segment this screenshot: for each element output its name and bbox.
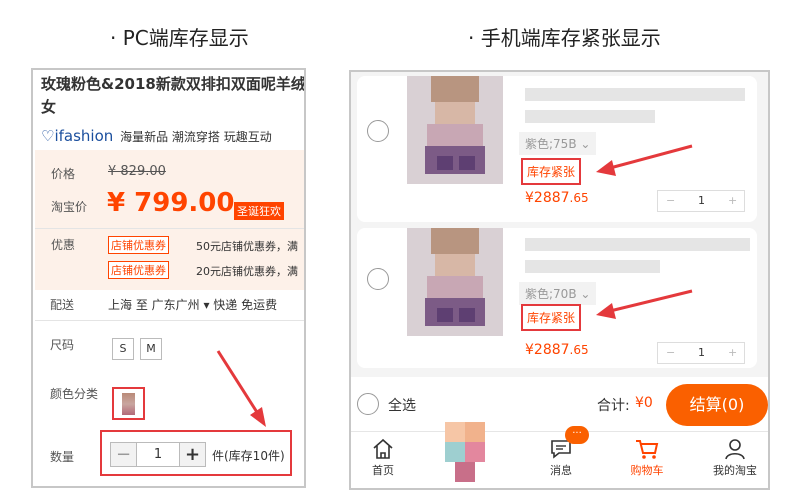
- tab-cart[interactable]: 购物车: [617, 438, 677, 478]
- mobile-section-heading: · 手机端库存紧张显示: [468, 26, 661, 50]
- size-option-m[interactable]: M: [140, 338, 162, 360]
- annotation-arrow: [596, 289, 693, 319]
- plus-button[interactable]: +: [728, 194, 737, 207]
- minus-button[interactable]: −: [666, 194, 675, 207]
- brand-bar[interactable]: ♡ifashion 海量新品 潮流穿搭 玩趣互动: [41, 127, 272, 145]
- select-all-radio[interactable]: [357, 393, 379, 415]
- user-icon: [725, 439, 745, 460]
- item-price: ¥2887.65: [525, 190, 589, 206]
- checkout-bar: 全选 合计: ¥0 结算(0): [351, 377, 768, 431]
- tab-messages[interactable]: 消息: [531, 438, 591, 478]
- low-stock-tag: 库存紧张: [521, 304, 582, 331]
- quantity-value: 1: [698, 346, 705, 359]
- blurred-title: [525, 238, 750, 251]
- plus-button[interactable]: +: [728, 346, 737, 359]
- brand-tags: 海量新品 潮流穿搭 玩趣互动: [120, 130, 272, 144]
- quantity-label: 数量: [50, 450, 75, 464]
- heart-logo-icon: ♡: [41, 127, 55, 145]
- tab-my-taobao[interactable]: 我的淘宝: [705, 438, 765, 478]
- quantity-plus-button[interactable]: +: [179, 442, 206, 467]
- coupon-desc: 50元店铺优惠券，满: [196, 240, 298, 253]
- coupon-tag[interactable]: 店铺优惠券: [108, 236, 169, 254]
- settle-button[interactable]: 结算(0): [666, 384, 768, 426]
- color-label: 颜色分类: [50, 387, 99, 401]
- coupon-tag[interactable]: 店铺优惠券: [108, 261, 169, 279]
- total-label: 合计:: [597, 398, 630, 414]
- discount-label: 优惠: [51, 238, 76, 252]
- shipping-value[interactable]: 上海 至 广东广州 ▾ 快递 免运费: [108, 296, 277, 313]
- bottom-tab-bar: 首页 消息 ··· 购物车 我的淘宝: [351, 422, 768, 488]
- total-value: ¥0: [635, 395, 653, 411]
- sale-price: ¥ 799.00: [107, 188, 235, 218]
- sku-selector[interactable]: 紫色;75B ⌄: [519, 132, 597, 155]
- message-badge: ···: [565, 426, 589, 444]
- item-select-radio[interactable]: [367, 120, 389, 142]
- brand-name: ifashion: [54, 127, 114, 145]
- size-option-s[interactable]: S: [112, 338, 134, 360]
- product-title: 玫瑰粉色&2018新款双排扣双面呢羊绒: [41, 75, 306, 93]
- stock-count: 件(库存10件): [212, 449, 285, 463]
- item-price: ¥2887.65: [525, 342, 589, 358]
- minus-button[interactable]: −: [666, 346, 675, 359]
- quantity-value: 1: [698, 194, 705, 207]
- annotation-arrow: [596, 144, 693, 176]
- divider: [35, 228, 304, 229]
- tab-home[interactable]: 首页: [353, 438, 413, 478]
- product-image: [122, 393, 135, 415]
- product-title-line2: 女: [41, 98, 57, 116]
- mobile-cart-panel: 紫色;75B ⌄ 库存紧张 ¥2887.65 − 1 + 紫色;70B ⌄ 库存…: [349, 70, 770, 490]
- annotation-arrow: [216, 350, 266, 427]
- shipping-label: 配送: [50, 298, 75, 312]
- item-select-radio[interactable]: [367, 268, 389, 290]
- pc-section-heading: · PC端库存显示: [110, 26, 249, 50]
- divider: [35, 320, 304, 321]
- low-stock-tag: 库存紧张: [521, 158, 582, 185]
- quantity-minus-button[interactable]: −: [110, 442, 137, 467]
- coupon-desc: 20元店铺优惠券，满: [196, 265, 298, 278]
- blurred-image: [445, 422, 485, 482]
- price-label: 价格: [51, 167, 76, 181]
- original-price: ¥ 829.00: [108, 164, 166, 179]
- quantity-stepper[interactable]: − 1 +: [657, 342, 745, 364]
- size-label: 尺码: [50, 338, 75, 352]
- blurred-title: [525, 260, 660, 273]
- promo-tag: 圣诞狂欢: [234, 202, 284, 220]
- cart-icon: [636, 440, 659, 459]
- quantity-highlight-box: − 1 + 件(库存10件): [100, 430, 292, 476]
- blurred-title: [525, 110, 655, 123]
- taobao-price-label: 淘宝价: [51, 200, 88, 214]
- product-image: [407, 228, 503, 336]
- quantity-input[interactable]: 1: [136, 442, 180, 467]
- color-option-thumbnail[interactable]: [112, 387, 145, 420]
- select-all-label[interactable]: 全选: [388, 395, 416, 415]
- quantity-stepper[interactable]: − 1 +: [657, 190, 745, 212]
- blurred-title: [525, 88, 745, 101]
- home-icon: [373, 438, 393, 459]
- sku-selector[interactable]: 紫色;70B ⌄: [519, 282, 597, 305]
- product-image: [407, 76, 503, 184]
- price-box: 价格 ¥ 829.00 淘宝价 ¥ 799.00 圣诞狂欢 优惠 店铺优惠券 5…: [35, 150, 304, 290]
